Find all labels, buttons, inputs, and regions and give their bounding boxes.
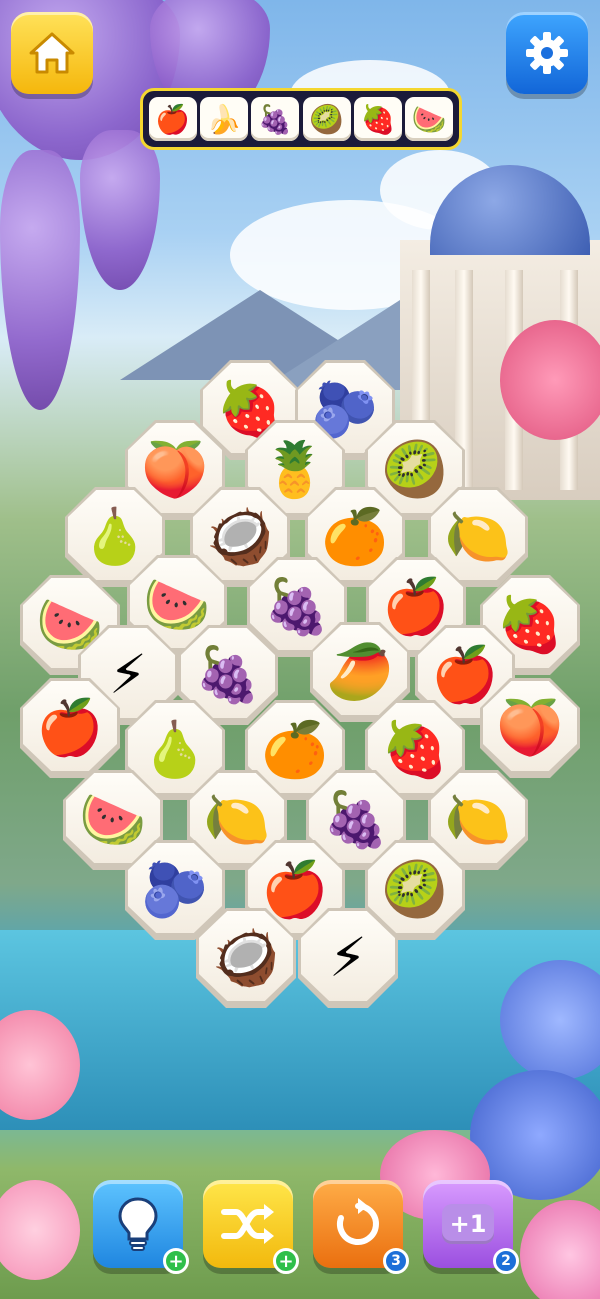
lemon-icon: 🍋 [444,505,512,568]
extra-slot-button[interactable]: +1 2 [423,1180,519,1274]
collection-slot: 🍉 [405,97,454,141]
fruit-tile[interactable]: 🥥 [196,908,296,1008]
lemon-icon: 🍋 [444,788,512,851]
count-badge: 3 [383,1248,409,1274]
lightbulb-icon [118,1197,158,1251]
add-badge: + [163,1248,189,1274]
shuffle-icon [221,1204,274,1244]
collection-slot: 🥝 [302,97,351,141]
home-button[interactable] [11,12,93,94]
lightning-tile[interactable]: ⚡ [298,908,398,1008]
fruit-tile[interactable]: 🍎 [20,678,120,778]
collection-slot: 🍎 [148,97,197,141]
watermelon-icon: 🍉 [79,788,147,851]
undo-button[interactable]: 3 [313,1180,409,1274]
collection-slot: 🍇 [251,97,300,141]
hint-button[interactable]: + [93,1180,189,1274]
watermelon-icon: 🍉 [143,573,211,636]
strawberry-icon: 🍓 [381,718,449,781]
pear-icon: 🍐 [141,718,209,781]
grapes-icon: 🍇 [194,643,262,706]
shuffle-button[interactable]: + [203,1180,299,1274]
lightning-icon: ⚡ [329,926,367,989]
collection-slot: 🍌 [199,97,248,141]
count-badge: 2 [493,1248,519,1274]
undo-icon [336,1198,379,1245]
orange-icon: 🍊 [321,505,389,568]
grapes-icon: 🍇 [322,788,390,851]
collection-bar: 🍎 🍌 🍇 🥝 🍓 🍉 [140,88,462,150]
fruit-tile[interactable]: 🍑 [480,678,580,778]
collection-slot: 🍓 [353,97,402,141]
coconut-icon: 🥥 [212,926,280,989]
settings-button[interactable] [506,12,588,94]
gear-icon [526,32,568,74]
plus-one-label: +1 [441,1204,495,1244]
orange-icon: 🍊 [261,718,329,781]
lemon-icon: 🍋 [203,788,271,851]
house-icon [29,32,75,74]
pomegranate-icon: 🍎 [36,696,104,759]
mango-icon: 🥭 [326,640,394,703]
add-badge: + [273,1248,299,1274]
peach-icon: 🍑 [496,696,564,759]
